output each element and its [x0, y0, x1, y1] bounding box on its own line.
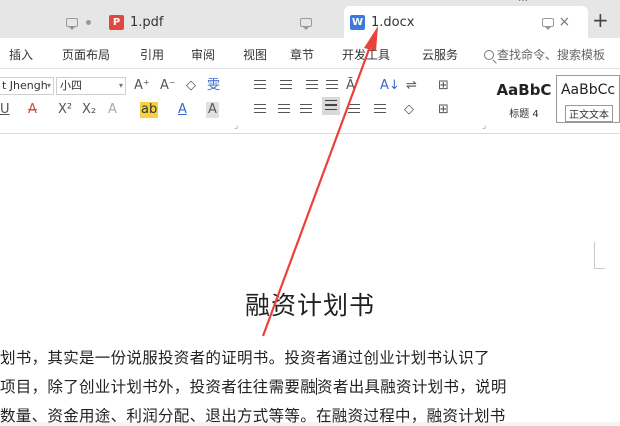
menu-developer[interactable]: 开发工具 — [342, 46, 390, 63]
sort-icon[interactable]: A↓ — [380, 78, 400, 94]
align-left-icon[interactable] — [254, 104, 266, 116]
menu-review[interactable]: 审阅 — [191, 46, 215, 63]
menu-references[interactable]: 引用 — [140, 46, 164, 63]
font-size-value: 小四 — [60, 79, 82, 92]
word-icon: W — [350, 14, 365, 30]
style-name: 标题 4 — [509, 109, 539, 120]
paragraph-line[interactable]: 划书，其实是一份说服投资者的证明书。投资者通过创业计划书认识了 — [0, 346, 490, 368]
pdf-icon: P — [109, 14, 124, 30]
ribbon: t Jhengh ▾ 小四 ▾ A⁺ A⁻ ◇ 雯 Ā A↓ ⇌ ⊞ U A X² … — [0, 69, 620, 134]
paragraph-line[interactable]: 项目，除了创业计划书外，投资者往往需要融资者出具融资计划书，说明 — [0, 375, 507, 397]
paragraph-line[interactable]: 数量、资金用途、利润分配、退出方式等等。在融资过程中，融资计划书 — [0, 404, 506, 426]
superscript-icon[interactable]: X² — [58, 102, 72, 118]
comment-icon[interactable] — [542, 17, 555, 30]
document-title[interactable]: 融资计划书 — [0, 286, 620, 322]
justify-button[interactable] — [322, 97, 340, 115]
paragraph-dialog-launcher[interactable]: ⌟ — [482, 121, 486, 131]
font-color-icon[interactable]: A — [178, 102, 187, 118]
tab-label-pdf[interactable]: 1.pdf — [130, 15, 163, 30]
font-name-select[interactable]: t Jhengh ▾ — [0, 77, 54, 95]
phonetic-guide-icon[interactable]: 雯 — [207, 78, 220, 94]
clear-format-icon[interactable]: ◇ — [186, 78, 196, 94]
increase-indent-icon[interactable] — [326, 80, 338, 92]
highlight-icon[interactable]: ab — [140, 102, 159, 118]
distributed-align-icon[interactable] — [348, 104, 360, 116]
table-icon[interactable]: ⊞ — [438, 78, 449, 94]
font-dialog-launcher[interactable]: ⌟ — [234, 121, 238, 131]
style-heading4[interactable]: AaBbC 标题 4 — [494, 75, 554, 123]
comment-icon[interactable] — [300, 17, 313, 30]
command-search[interactable]: 查找命令、搜索模板 — [484, 46, 605, 63]
font-size-select[interactable]: 小四 ▾ — [56, 77, 126, 95]
char-shading-icon[interactable]: A — [206, 102, 219, 118]
show-marks-icon[interactable]: ⇌ — [406, 78, 417, 94]
unsaved-dot-icon — [86, 19, 91, 25]
line-text-after-caret: 资者出具融资计划书，说明 — [317, 378, 507, 396]
text-effect-icon[interactable]: A — [108, 102, 117, 118]
style-preview: AaBbC — [496, 81, 552, 99]
tab-docx[interactable]: W 1.docx × — [344, 6, 588, 38]
subscript-icon[interactable]: X₂ — [82, 102, 96, 118]
style-name: 正文文本 — [565, 105, 613, 122]
menu-bar: 插入 页面布局 引用 审阅 视图 章节 开发工具 云服务 查找命令、搜索模板 — [0, 38, 620, 69]
tab-pdf[interactable]: P 1.pdf — [0, 6, 330, 38]
shading-icon[interactable]: ◇ — [404, 102, 414, 118]
font-name-value: t Jhengh — [2, 79, 48, 92]
chevron-down-icon: ▾ — [118, 81, 123, 90]
bullet-list-icon[interactable] — [254, 80, 266, 92]
align-center-icon[interactable] — [278, 104, 290, 116]
shrink-font-icon[interactable]: A⁻ — [160, 78, 176, 94]
numbered-list-icon[interactable] — [280, 80, 292, 92]
underline-icon[interactable]: U — [0, 102, 10, 118]
borders-icon[interactable]: ⊞ — [438, 102, 449, 118]
align-right-icon[interactable] — [300, 104, 312, 116]
strikethrough-icon[interactable]: A — [28, 102, 37, 118]
menu-view[interactable]: 视图 — [243, 46, 267, 63]
style-body-text[interactable]: AaBbCc 正文文本 — [556, 75, 620, 123]
document-page[interactable]: 融资计划书 划书，其实是一份说服投资者的证明书。投资者通过创业计划书认识了 项目… — [0, 134, 620, 425]
chevron-down-icon: ▾ — [46, 81, 51, 90]
line-text-before-caret: 项目，除了创业计划书外，投资者往往需要融 — [0, 378, 317, 396]
search-placeholder: 查找命令、搜索模板 — [497, 48, 606, 62]
grow-font-icon[interactable]: A⁺ — [134, 78, 150, 94]
new-tab-button[interactable]: + — [592, 8, 609, 32]
menu-page-layout[interactable]: 页面布局 — [62, 46, 110, 63]
text-direction-icon[interactable]: Ā — [346, 78, 355, 94]
menu-cloud-service[interactable]: 云服务 — [422, 46, 458, 63]
decrease-indent-icon[interactable] — [306, 80, 318, 92]
close-tab-icon[interactable]: × — [558, 14, 570, 30]
tab-bar: … P 1.pdf W 1.docx × + — [0, 0, 620, 38]
menu-insert[interactable]: 插入 — [9, 46, 33, 63]
line-spacing-icon[interactable] — [374, 104, 386, 116]
style-preview: AaBbCc — [560, 82, 616, 98]
menu-chapter[interactable]: 章节 — [290, 46, 314, 63]
tab-label-docx[interactable]: 1.docx — [371, 15, 414, 30]
window-controls[interactable]: … — [518, 0, 528, 4]
search-icon — [484, 50, 494, 60]
page-corner-mark — [594, 242, 605, 269]
comment-icon[interactable] — [66, 17, 78, 30]
